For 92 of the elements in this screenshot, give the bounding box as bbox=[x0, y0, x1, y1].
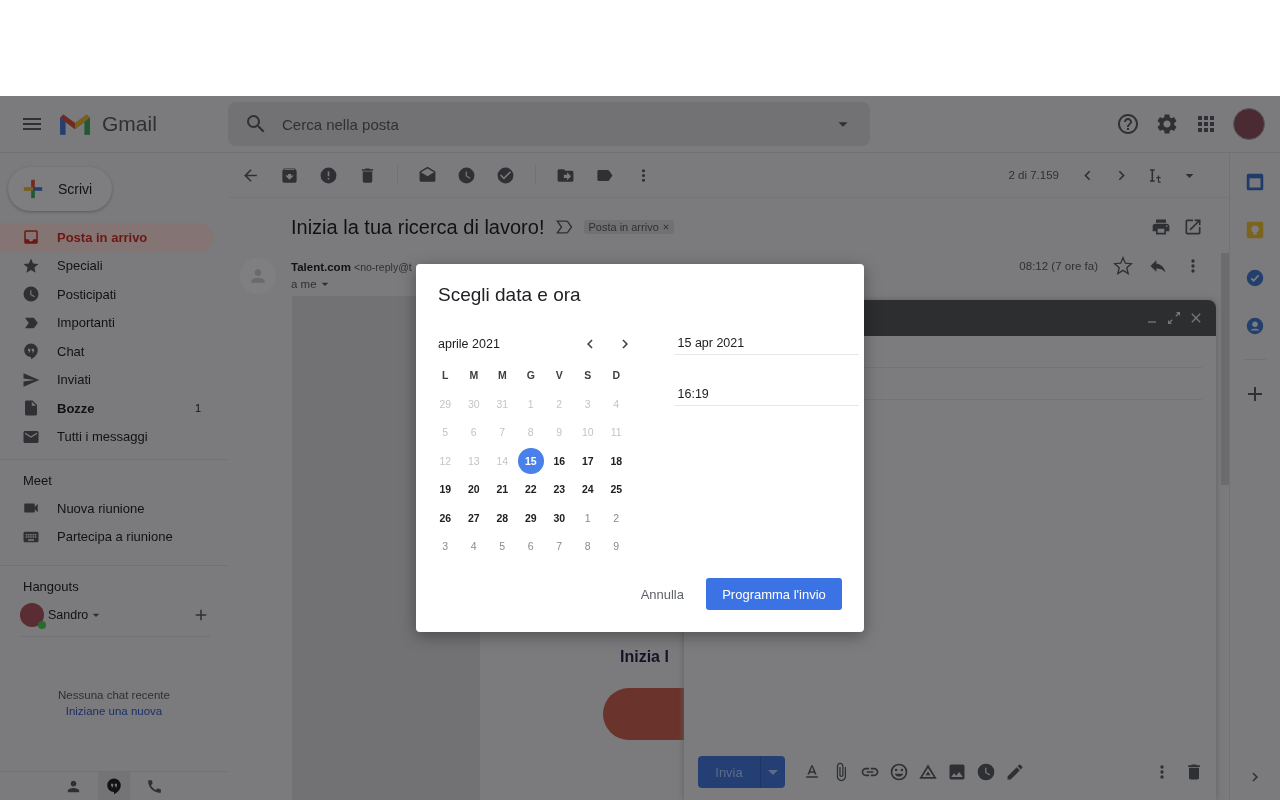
label-chip: Posta in arrivo bbox=[584, 220, 674, 234]
email-heading: Inizia l bbox=[620, 648, 670, 666]
month-label: aprile 2021 bbox=[438, 337, 501, 351]
nav-item[interactable]: Posticipati bbox=[0, 280, 213, 309]
calendar-day[interactable]: 7 bbox=[546, 533, 572, 559]
calendar-day[interactable]: 15 bbox=[518, 448, 544, 474]
calendar-day[interactable]: 26 bbox=[432, 505, 458, 531]
checkmark-circle-icon[interactable] bbox=[1244, 267, 1266, 289]
image-icon[interactable] bbox=[947, 762, 967, 782]
help-icon[interactable] bbox=[1116, 112, 1140, 136]
message-counter: 2 di 7.159 bbox=[1008, 169, 1059, 181]
calendar-day[interactable]: 29 bbox=[518, 505, 544, 531]
calendar-day[interactable]: 27 bbox=[461, 505, 487, 531]
search-field[interactable]: Cerca nella posta bbox=[280, 114, 820, 134]
star-icon[interactable] bbox=[1113, 256, 1133, 276]
weekday-label: L bbox=[441, 368, 450, 384]
nav-item[interactable]: Importanti bbox=[0, 308, 213, 337]
triangle-icon[interactable] bbox=[918, 762, 938, 782]
chat-tab[interactable] bbox=[98, 772, 130, 800]
chat-icon bbox=[22, 342, 40, 361]
meet-item[interactable]: Partecipa a riunione bbox=[0, 522, 213, 551]
check-icon[interactable] bbox=[496, 165, 515, 185]
calendar-day[interactable]: 17 bbox=[575, 448, 601, 474]
schedule-send-button[interactable]: Programma l'invio bbox=[706, 578, 842, 610]
print-icon[interactable] bbox=[1151, 217, 1171, 237]
section-title: Meet bbox=[22, 472, 53, 490]
sender-name: Talent.com bbox=[291, 261, 351, 273]
external-link-icon[interactable] bbox=[1183, 217, 1203, 237]
caret-icon[interactable] bbox=[760, 756, 785, 788]
chat-bubble-icon bbox=[105, 777, 123, 795]
nav-item[interactable]: Speciali bbox=[0, 251, 213, 280]
nav-item[interactable]: Chat bbox=[0, 337, 213, 366]
meet-item[interactable]: Nuova riunione bbox=[0, 494, 213, 523]
pen-icon[interactable] bbox=[1005, 762, 1025, 782]
user-name[interactable]: Sandro bbox=[48, 608, 89, 622]
dialog-title: Scegli data e ora bbox=[438, 284, 582, 306]
empty-chat-text: Nessuna chat recente bbox=[58, 689, 170, 701]
weekday-label: M bbox=[496, 368, 508, 384]
nav-item[interactable]: Posta in arrivo bbox=[0, 223, 213, 252]
clock-icon[interactable] bbox=[457, 165, 476, 185]
start-chat-link[interactable]: Iniziane una nuova bbox=[65, 705, 163, 717]
calendar-day[interactable]: 8 bbox=[575, 533, 601, 559]
sender-email: <no-reply@t bbox=[354, 261, 412, 273]
contact-icon[interactable] bbox=[1244, 315, 1266, 337]
document-icon bbox=[22, 399, 40, 418]
calendar-day[interactable]: 2 bbox=[603, 505, 629, 531]
email-subject: Inizia la tua ricerca di lavoro! bbox=[291, 215, 545, 239]
calendar-day[interactable]: 9 bbox=[603, 533, 629, 559]
envelope-icon[interactable] bbox=[418, 165, 437, 185]
weekday-label: V bbox=[554, 368, 564, 384]
calendar-day[interactable]: 18 bbox=[603, 448, 629, 474]
nav-item[interactable]: Bozze 1 bbox=[0, 394, 213, 423]
cancel-button[interactable]: Annulla bbox=[640, 580, 684, 608]
calendar-icon[interactable] bbox=[1244, 171, 1266, 193]
calendar-day[interactable]: 30 bbox=[546, 505, 572, 531]
compose-button[interactable]: Scrivi bbox=[8, 167, 112, 211]
calendar-day[interactable]: 21 bbox=[489, 476, 515, 502]
section-title: Hangouts bbox=[22, 578, 80, 596]
expand-icon[interactable] bbox=[1166, 310, 1182, 326]
app-name: Gmail bbox=[102, 112, 157, 136]
avatar[interactable] bbox=[1233, 108, 1265, 140]
calendar-day[interactable]: 4 bbox=[461, 533, 487, 559]
smiley-icon[interactable] bbox=[889, 762, 909, 782]
clock-icon[interactable] bbox=[976, 762, 996, 782]
calendar-day[interactable]: 23 bbox=[546, 476, 572, 502]
calendar-day[interactable]: 3 bbox=[432, 533, 458, 559]
clock-icon bbox=[22, 285, 40, 304]
calendar-day[interactable]: 16 bbox=[546, 448, 572, 474]
calendar-day[interactable]: 20 bbox=[461, 476, 487, 502]
calendar-day[interactable]: 5 bbox=[489, 533, 515, 559]
calendar-day[interactable]: 19 bbox=[432, 476, 458, 502]
recipient-text: a me bbox=[291, 278, 317, 290]
calendar-day[interactable]: 24 bbox=[575, 476, 601, 502]
calendar-day[interactable]: 28 bbox=[489, 505, 515, 531]
weekday-label: G bbox=[525, 368, 536, 384]
exclamation-icon[interactable] bbox=[319, 165, 338, 185]
calendar-day[interactable]: 6 bbox=[518, 533, 544, 559]
nav-item[interactable]: Inviati bbox=[0, 365, 213, 394]
calendar-day[interactable]: 1 bbox=[575, 505, 601, 531]
phone-icon[interactable] bbox=[146, 777, 163, 795]
calendar-day[interactable]: 25 bbox=[603, 476, 629, 502]
inbox-icon bbox=[22, 228, 40, 247]
nav-item[interactable]: Tutti i messaggi bbox=[0, 422, 213, 451]
archive-icon[interactable] bbox=[280, 165, 299, 185]
calendar-day[interactable]: 22 bbox=[518, 476, 544, 502]
weekday-label: D bbox=[611, 368, 622, 384]
settings-icon[interactable] bbox=[1155, 112, 1179, 136]
plus-icon bbox=[22, 178, 44, 200]
weekday-label: S bbox=[583, 368, 593, 384]
message-time: 08:12 (7 ore fa) bbox=[1019, 260, 1098, 272]
search-bar[interactable]: Cerca nella posta bbox=[228, 102, 870, 146]
weekday-label: M bbox=[468, 368, 480, 384]
